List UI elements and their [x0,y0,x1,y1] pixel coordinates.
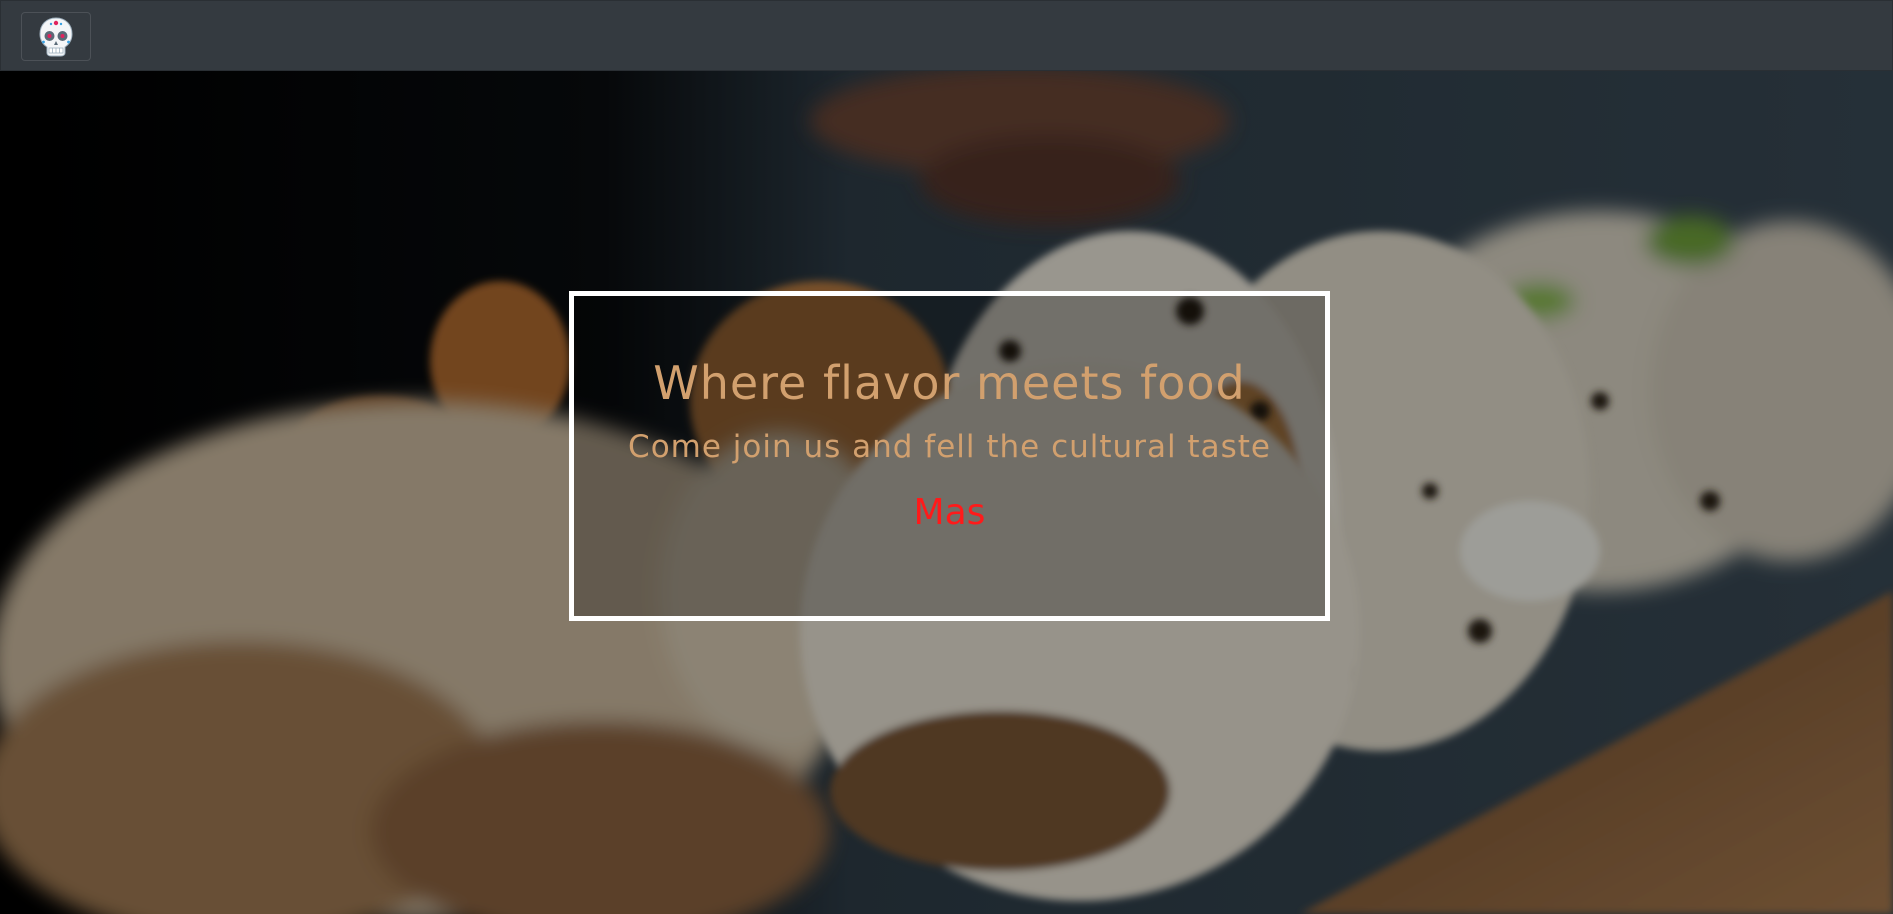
mas-link-container: Mas [574,492,1325,533]
mas-link[interactable]: Mas [914,492,986,533]
hero-title: Where flavor meets food [653,356,1246,410]
hero-frame: Where flavor meets food Come join us and… [569,291,1330,621]
logo-button[interactable] [21,12,91,61]
sugar-skull-icon [39,16,73,56]
hero-section: Where flavor meets food Come join us and… [0,71,1893,914]
hero-subtitle: Come join us and fell the cultural taste [628,429,1271,465]
navbar [0,0,1893,71]
